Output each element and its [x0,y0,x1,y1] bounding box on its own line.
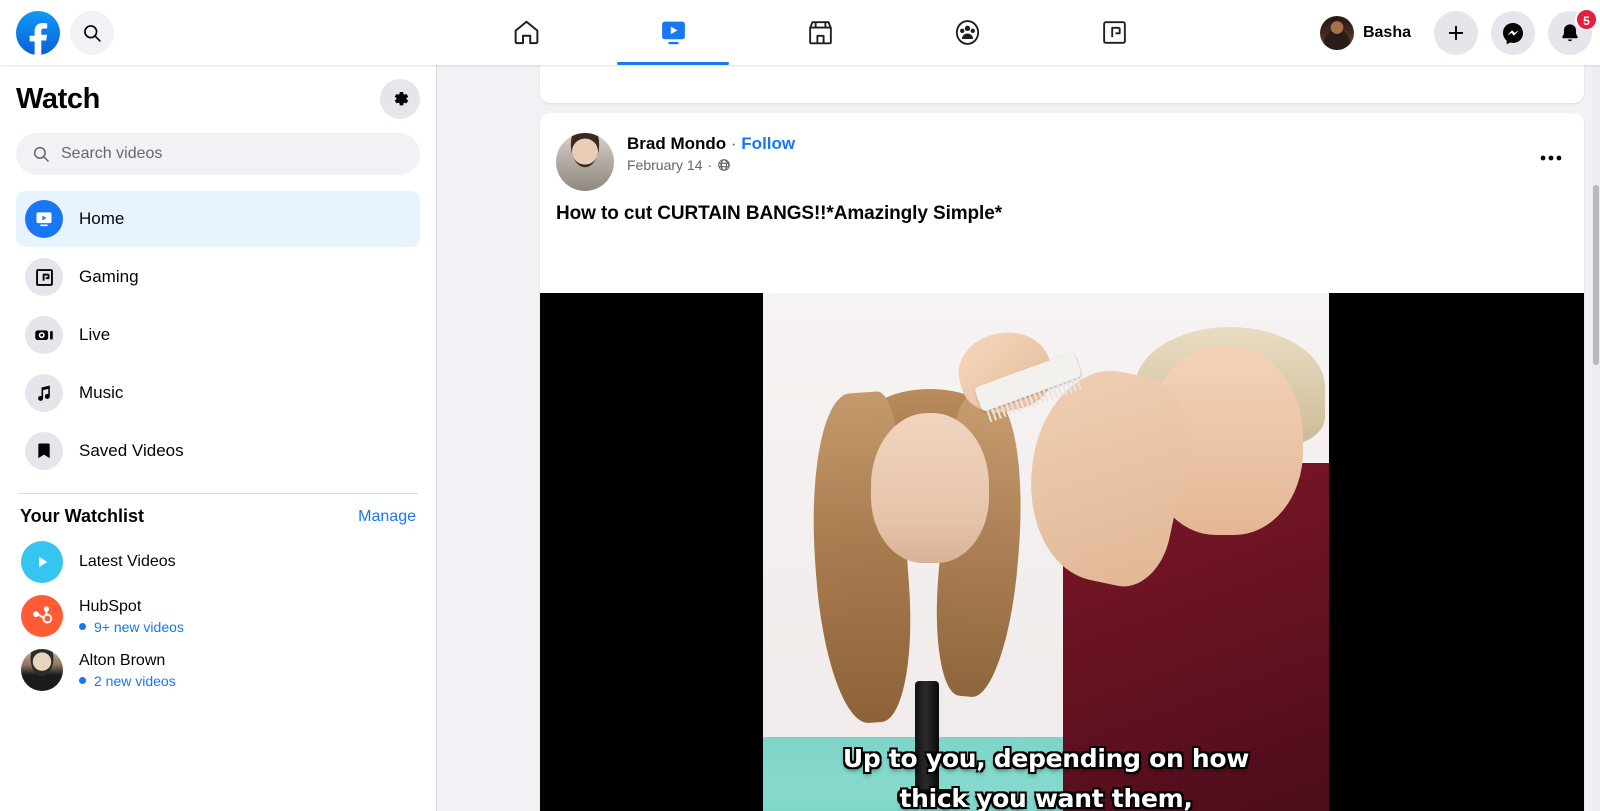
post-author-row: Brad Mondo · Follow [627,133,795,155]
watch-feed: Brad Mondo · Follow February 14 · How to… [438,65,1600,811]
video-post-card: Brad Mondo · Follow February 14 · How to… [540,113,1584,811]
sidebar-divider [18,493,418,494]
play-circle-icon [21,541,63,583]
post-date[interactable]: February 14 [627,157,702,173]
post-meta-row: February 14 · [627,157,795,173]
list-item[interactable]: Alton Brown 2 new videos [16,643,420,697]
tab-groups[interactable] [911,2,1023,63]
watchlist-title: Your Watchlist [20,506,145,526]
groups-people-icon [955,20,979,45]
marketplace-storefront-icon [808,21,832,45]
topbar-right-group: Basha 5 [1317,0,1600,65]
notification-badge: 5 [1575,7,1598,31]
gear-icon [394,91,409,106]
status-dot-icon [79,677,86,684]
caption-line-1: Up to you, depending on how [842,744,1250,773]
sidebar-item-label: Home [79,209,125,228]
bookmark-icon [25,432,63,470]
tab-home[interactable] [470,2,582,63]
hubspot-logo [21,595,63,637]
plus-icon [1448,25,1464,40]
watch-sidebar: Watch Search videos Home Gaming Live Mus… [0,65,437,811]
video-frame: Up to you, depending on how thick you wa… [763,293,1329,811]
notifications-button[interactable]: 5 [1548,7,1598,55]
list-item-label: HubSpot [79,597,142,615]
list-item[interactable]: HubSpot 9+ new videos [16,589,420,643]
sidebar-item-gaming[interactable]: Gaming [16,249,420,305]
avatar [1319,15,1354,50]
header-search-button[interactable] [70,10,114,55]
create-button[interactable] [1434,10,1478,55]
manage-watchlist-link[interactable]: Manage [358,508,416,526]
sidebar-item-label: Saved Videos [79,441,184,460]
new-videos-status: 2 new videos [79,672,176,690]
music-note-icon [25,374,63,412]
watch-video-icon [661,21,685,45]
new-videos-count: 9+ new videos [94,618,184,635]
new-videos-count: 2 new videos [94,672,176,689]
tab-watch[interactable] [617,2,729,65]
page-title: Watch [16,82,100,115]
home-icon [514,20,538,45]
watchlist-items: Latest Videos HubSpot 9+ new videos Alto… [16,535,420,697]
sidebar-item-label: Music [79,383,124,402]
separator: · [730,134,737,153]
profile-button[interactable]: Basha [1317,13,1421,53]
mannequin-head [871,413,989,563]
search-placeholder: Search videos [61,145,163,162]
sidebar-nav-list: Home Gaming Live Music Saved Videos [16,191,420,479]
sidebar-item-saved-videos[interactable]: Saved Videos [16,423,420,479]
facebook-logo[interactable] [16,10,60,55]
video-player[interactable]: Up to you, depending on how thick you wa… [540,293,1584,811]
search-icon [84,24,101,42]
top-navigation-bar: Basha 5 [0,0,1600,65]
live-video-icon [25,316,63,354]
messenger-icon [1503,22,1523,44]
sidebar-item-music[interactable]: Music [16,365,420,421]
messenger-button[interactable] [1491,10,1535,55]
gaming-icon [25,258,63,296]
topbar-nav-tabs [470,0,1170,65]
post-more-options-button[interactable] [1532,139,1570,177]
avatar[interactable] [556,133,614,191]
watchlist-header: Your Watchlist Manage [16,506,420,527]
profile-name: Basha [1362,23,1411,41]
list-item-label: Latest Videos [79,553,176,570]
tab-marketplace[interactable] [764,2,876,63]
video-caption: Up to you, depending on how thick you wa… [763,739,1329,811]
previous-post-card [540,65,1584,103]
post-title: How to cut CURTAIN BANGS!!*Amazingly Sim… [556,203,1002,224]
sidebar-item-label: Gaming [79,267,139,286]
follow-button[interactable]: Follow [741,134,795,153]
search-icon [33,146,49,162]
sidebar-header: Watch [16,79,420,119]
scrollbar-thumb[interactable] [1593,185,1599,365]
gaming-controller-icon [1102,21,1126,44]
page-scrollbar[interactable] [1592,65,1600,811]
caption-line-2: thick you want them, [899,784,1193,811]
separator: · [707,157,713,173]
search-videos-input[interactable]: Search videos [16,133,420,175]
alton-brown-photo [21,649,63,691]
post-author-name[interactable]: Brad Mondo [627,134,726,153]
sidebar-item-label: Live [79,325,111,344]
post-header: Brad Mondo · Follow February 14 · [540,133,1584,191]
new-videos-status: 9+ new videos [79,618,184,636]
list-item[interactable]: Latest Videos [16,535,420,589]
tab-gaming[interactable] [1058,2,1170,63]
watch-home-icon [25,200,63,238]
status-dot-icon [79,623,86,630]
watch-settings-button[interactable] [380,79,420,119]
list-item-label: Alton Brown [79,651,166,669]
topbar-left-group [0,10,320,55]
more-options-icon [1540,155,1562,161]
globe-icon [718,159,730,171]
sidebar-item-live[interactable]: Live [16,307,420,363]
sidebar-item-home[interactable]: Home [16,191,420,247]
